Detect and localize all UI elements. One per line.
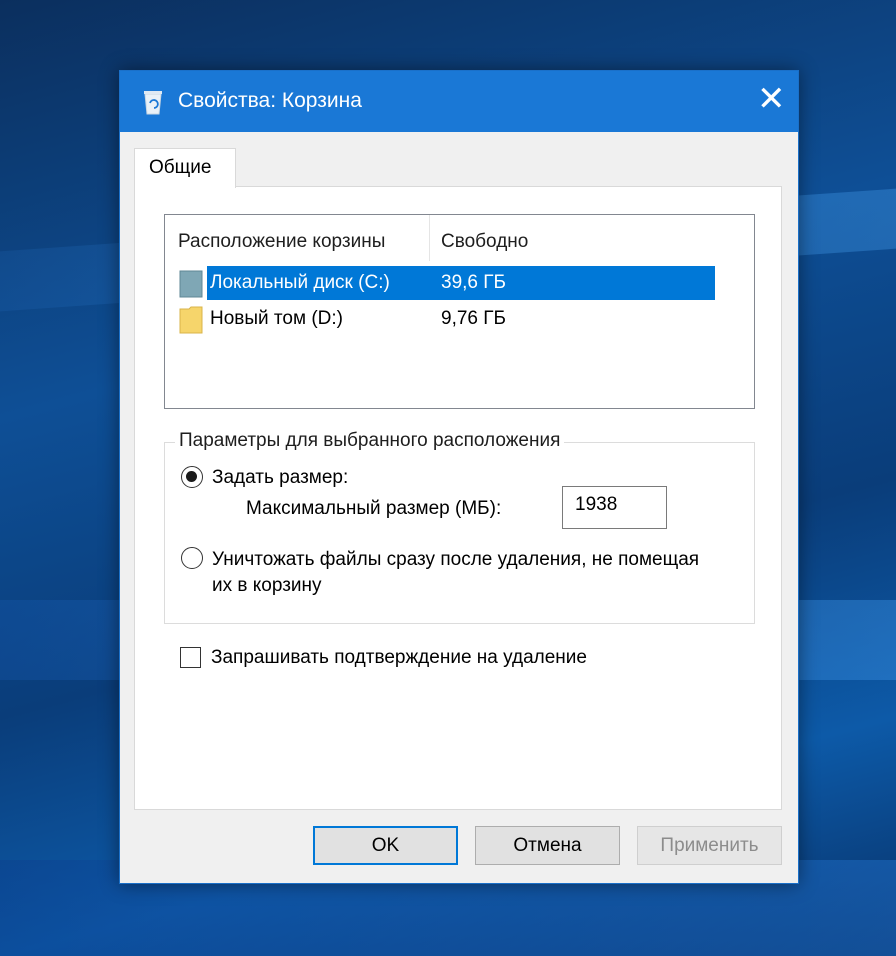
location-name: Локальный диск (C:) [210,272,390,293]
delete-immediately-label[interactable]: Уничтожать файлы сразу после удаления, н… [212,547,712,599]
close-icon: ✕ [757,79,786,119]
drive-d-icon [179,306,203,334]
recycle-bin-icon [144,91,162,115]
title-bar[interactable]: Свойства: Корзина ✕ [120,71,798,132]
max-size-input[interactable]: 1938 [562,486,667,529]
window-title: Свойства: Корзина [178,89,362,112]
custom-size-radio[interactable] [181,466,203,488]
cancel-button[interactable]: Отмена [475,826,620,865]
list-item[interactable]: Новый том (D:) 9,76 ГБ [165,302,715,336]
free-space: 39,6 ГБ [441,272,507,293]
tab-label: Общие [149,157,212,178]
settings-group: Параметры для выбранного расположения За… [164,430,755,624]
group-label: Параметры для выбранного расположения [175,430,565,452]
delete-immediately-radio[interactable] [181,547,203,569]
column-header-free[interactable]: Свободно [441,231,528,253]
ok-button[interactable]: OK [313,826,458,865]
confirm-delete-label[interactable]: Запрашивать подтверждение на удаление [211,647,587,669]
apply-button[interactable]: Применить [637,826,782,865]
location-name: Новый том (D:) [210,308,343,329]
confirm-delete-checkbox[interactable] [180,647,201,668]
drive-c-icon [179,270,203,298]
column-divider[interactable] [429,215,430,261]
recycle-bin-properties-dialog: Свойства: Корзина ✕ Общие Расположение к… [119,70,799,884]
list-header: Расположение корзины Свободно [165,215,715,261]
custom-size-label[interactable]: Задать размер: [212,467,348,489]
tab-general[interactable]: Общие [134,148,236,188]
free-space: 9,76 ГБ [441,308,507,329]
close-button[interactable]: ✕ [738,71,798,132]
column-header-location[interactable]: Расположение корзины [178,231,385,253]
max-size-label: Максимальный размер (МБ): [246,498,502,519]
list-item[interactable]: Локальный диск (C:) 39,6 ГБ [165,266,715,300]
location-list[interactable]: Расположение корзины Свободно Локальный … [164,214,755,409]
tab-panel-general: Расположение корзины Свободно Локальный … [134,186,782,810]
